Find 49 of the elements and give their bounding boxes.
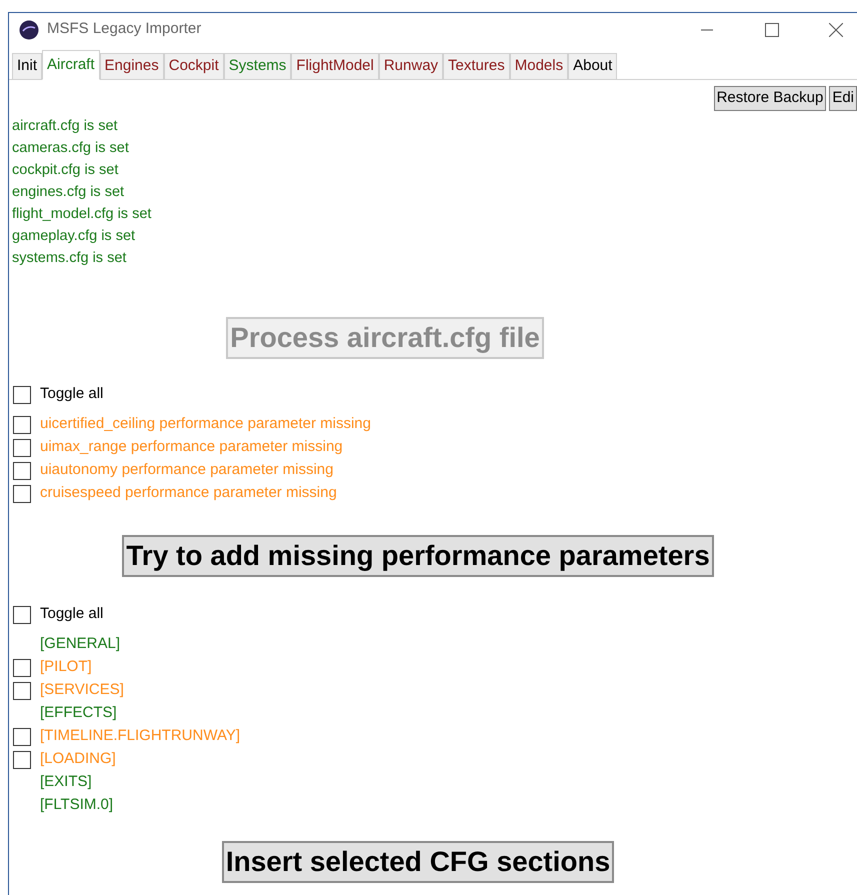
cfg-section-label: [EFFECTS] [40, 703, 117, 724]
checkbox[interactable] [13, 416, 31, 434]
checkbox[interactable] [13, 386, 31, 404]
tab[interactable]: Cockpit [164, 53, 224, 79]
toolbar-button[interactable]: Edi [829, 86, 857, 111]
tab[interactable]: Engines [100, 53, 164, 79]
file-status-text: flight_model.cfg is set [12, 205, 152, 224]
app-logo-icon [19, 20, 39, 40]
tab[interactable]: Init [12, 53, 42, 79]
cfg-section-label: [SERVICES] [40, 680, 124, 700]
tab[interactable]: FlightModel [291, 53, 379, 79]
tab[interactable]: About [568, 53, 618, 79]
file-status-text: cockpit.cfg is set [12, 161, 120, 180]
tab[interactable]: Aircraft [42, 50, 100, 80]
cfg-section-label: [TIMELINE.FLIGHTRUNWAY] [40, 726, 240, 746]
missing-parameter-label: uicertified_ceiling performance parameter missing [40, 414, 371, 434]
file-status-text: cameras.cfg is set [12, 139, 130, 158]
maximize-icon[interactable] [765, 22, 779, 36]
action-button[interactable]: Try to add missing performance parameters [122, 535, 714, 577]
tab[interactable]: Runway [378, 53, 444, 79]
cfg-section-label: [EXITS] [40, 772, 92, 792]
checkbox[interactable] [13, 462, 31, 480]
checkbox-label: Toggle all [40, 604, 104, 624]
window-title: MSFS Legacy Importer [47, 19, 202, 40]
checkbox[interactable] [13, 750, 31, 768]
checkbox[interactable] [13, 438, 31, 456]
checkbox[interactable] [13, 606, 31, 624]
checkbox[interactable] [13, 682, 31, 700]
checkbox[interactable] [13, 658, 31, 676]
cfg-section-label: [GENERAL] [40, 634, 120, 654]
cfg-section-label: [FLTSIM.0] [40, 795, 114, 816]
missing-parameter-label: uimax_range performance parameter missing [40, 437, 343, 458]
checkbox[interactable] [13, 728, 31, 746]
tab[interactable]: Models [510, 53, 568, 79]
file-status-text: aircraft.cfg is set [12, 117, 119, 136]
checkbox[interactable] [13, 484, 31, 502]
tab[interactable]: Systems [224, 53, 292, 79]
close-icon[interactable] [829, 22, 843, 36]
tab[interactable]: Textures [443, 53, 510, 79]
checkbox-label: Toggle all [40, 384, 104, 404]
file-status-text: systems.cfg is set [12, 249, 128, 268]
toolbar-button[interactable]: Restore Backup [714, 86, 826, 111]
missing-parameter-label: uiautonomy performance parameter missing [40, 460, 334, 480]
file-status-text: engines.cfg is set [12, 183, 126, 202]
cfg-section-label: [LOADING] [40, 749, 116, 770]
missing-parameter-label: cruisespeed performance parameter missing [40, 483, 337, 504]
file-status-text: gameplay.cfg is set [12, 227, 136, 246]
cfg-section-label: [PILOT] [40, 657, 92, 678]
action-button[interactable]: Insert selected CFG sections [222, 841, 614, 883]
